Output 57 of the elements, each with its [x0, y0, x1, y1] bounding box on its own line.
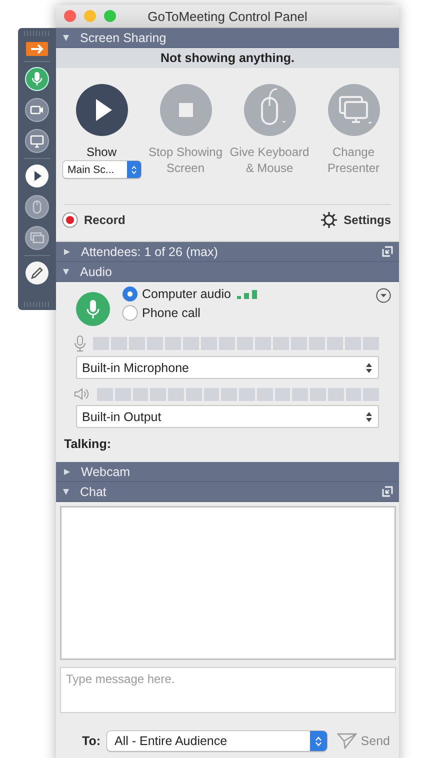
- close-button[interactable]: [64, 10, 76, 22]
- microphone-icon: [74, 335, 86, 352]
- window-title: GoToMeeting Control Panel: [146, 8, 308, 24]
- status-text: Not showing anything.: [56, 48, 399, 68]
- speaker-icon: [74, 387, 90, 401]
- disclosure-triangle-icon[interactable]: [63, 488, 69, 494]
- message-field[interactable]: Type message here.: [60, 667, 396, 713]
- section-title: Audio: [80, 264, 113, 278]
- recipient-select[interactable]: All - Entire Audience: [106, 731, 327, 751]
- play-button-icon: [76, 84, 128, 136]
- show-button[interactable]: [76, 84, 128, 136]
- settings-icon: [320, 211, 338, 229]
- pop-out-icon[interactable]: [382, 486, 393, 497]
- talking-label: Talking:: [63, 436, 112, 451]
- to-label: To:: [82, 734, 101, 748]
- action-label: Show: [85, 144, 118, 160]
- dropdown-icon[interactable]: [376, 288, 391, 303]
- section-title: Chat: [80, 484, 108, 498]
- video-camera-icon[interactable]: [25, 98, 49, 122]
- disclosure-triangle-icon[interactable]: [64, 248, 70, 254]
- screens-icon[interactable]: [25, 226, 49, 250]
- action-button[interactable]: [160, 84, 212, 136]
- mouse-icon[interactable]: [25, 195, 49, 219]
- disclosure-triangle-icon[interactable]: [63, 34, 69, 40]
- zoom-button[interactable]: [104, 10, 116, 22]
- section-title: Attendees: 1 of 26 (max): [81, 244, 219, 258]
- record-icon: [62, 212, 78, 228]
- action-button[interactable]: [244, 84, 296, 136]
- action-label: Give Keyboard & Mouse: [230, 144, 310, 176]
- settings-button[interactable]: Settings: [320, 211, 391, 229]
- mouse-icon: [244, 84, 296, 136]
- disclosure-triangle-icon[interactable]: [63, 268, 69, 274]
- signal-bars-icon: [236, 290, 258, 298]
- action-label: Stop Showing Screen: [147, 144, 224, 176]
- screens-icon: [328, 84, 380, 136]
- stepper-icon: [365, 362, 373, 374]
- monitor-icon[interactable]: [25, 129, 49, 153]
- stepper-icon: [314, 736, 322, 746]
- paper-plane-icon: [336, 733, 357, 749]
- action-button[interactable]: [328, 84, 380, 136]
- microphone-select[interactable]: Built-in Microphone: [76, 356, 379, 379]
- screen-select[interactable]: Main Sc...: [62, 161, 140, 178]
- pencil-icon[interactable]: [25, 261, 49, 285]
- stop-icon: [160, 84, 212, 136]
- speaker-select[interactable]: Built-in Output: [76, 405, 379, 428]
- microphone-icon[interactable]: [25, 67, 49, 91]
- section-title: Screen Sharing: [80, 30, 168, 44]
- stepper-icon: [130, 164, 136, 174]
- disclosure-triangle-icon[interactable]: [64, 468, 70, 474]
- record-button[interactable]: Record: [62, 212, 126, 228]
- radio-option[interactable]: Computer audio: [122, 286, 231, 302]
- play-icon[interactable]: [25, 164, 49, 188]
- action-label: Change Presenter: [326, 144, 381, 176]
- section-title: Webcam: [81, 464, 132, 478]
- radio-option[interactable]: Phone call: [122, 305, 200, 321]
- pop-out-icon[interactable]: [382, 246, 393, 257]
- stepper-icon: [365, 410, 373, 422]
